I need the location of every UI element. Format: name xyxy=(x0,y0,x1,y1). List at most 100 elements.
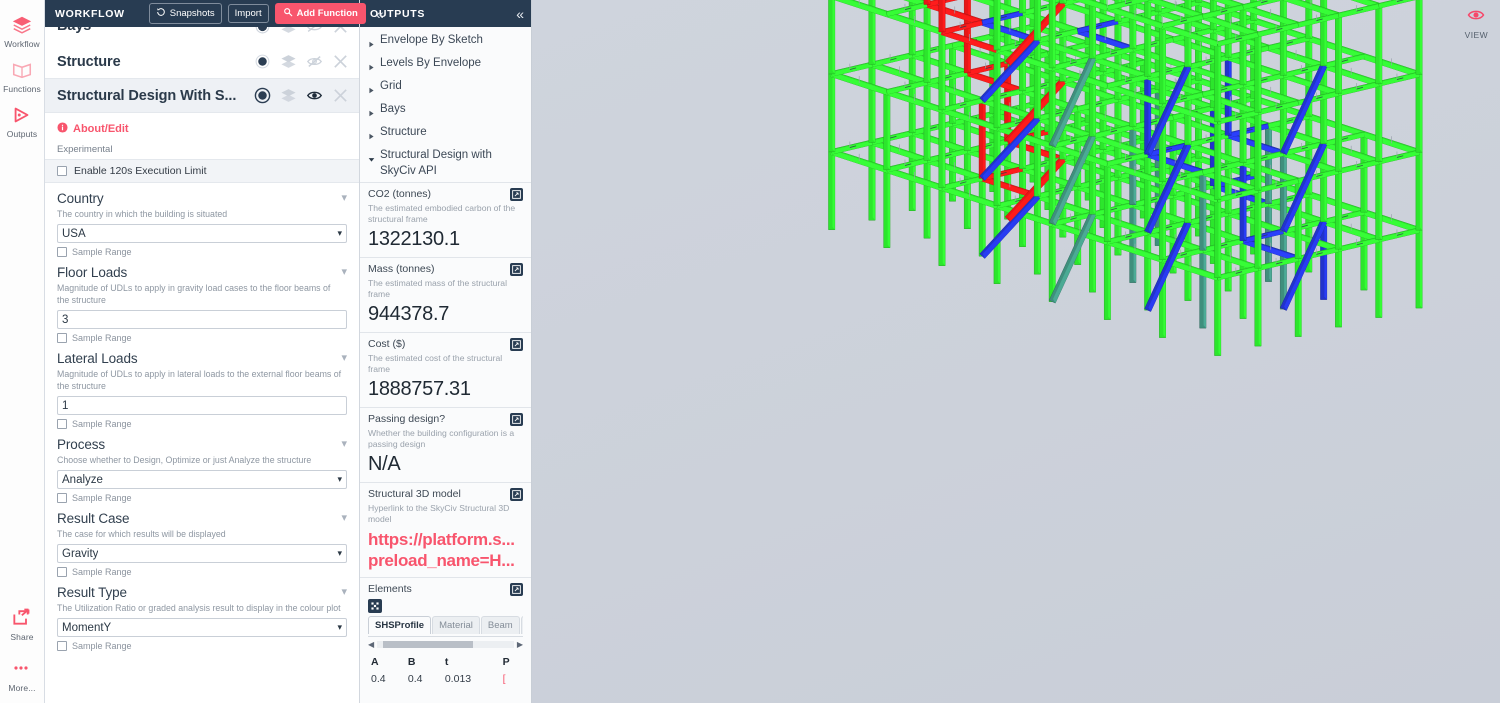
tree-item-envelope-by-sketch[interactable]: Envelope By Sketch xyxy=(366,31,531,54)
snapshots-button[interactable]: Snapshots xyxy=(148,3,222,24)
param-header[interactable]: Floor Loads ▾ xyxy=(57,265,347,280)
param-header[interactable]: Country ▾ xyxy=(57,191,347,206)
param-header[interactable]: Process ▾ xyxy=(57,437,347,452)
layers-icon[interactable] xyxy=(280,87,297,104)
sample-range-checkbox[interactable] xyxy=(57,333,67,343)
tab-shsprofile[interactable]: SHSProfile xyxy=(368,616,432,634)
sample-range-label: Sample Range xyxy=(72,333,132,343)
rail-item-functions[interactable]: Functions xyxy=(0,53,45,98)
chevron-down-icon[interactable]: ▾ xyxy=(341,351,347,365)
chevron-down-icon[interactable]: ▾ xyxy=(341,511,347,525)
lateral-loads-input[interactable]: 1 xyxy=(57,396,347,415)
chevron-down-icon[interactable]: ▾ xyxy=(341,437,347,451)
radio-select-icon[interactable] xyxy=(254,87,271,104)
close-icon[interactable] xyxy=(332,27,349,35)
sample-range-row[interactable]: Sample Range xyxy=(57,567,347,577)
close-icon[interactable] xyxy=(332,53,349,70)
sample-range-row[interactable]: Sample Range xyxy=(57,419,347,429)
layers-icon[interactable] xyxy=(280,27,297,35)
eye-visible-icon[interactable] xyxy=(306,87,323,104)
rail-item-outputs[interactable]: Outputs xyxy=(0,98,45,143)
country-select[interactable]: USA ▾ xyxy=(57,224,347,243)
grid-view-icon[interactable] xyxy=(368,599,382,613)
sample-range-checkbox[interactable] xyxy=(57,419,67,429)
add-function-button[interactable]: Add Function xyxy=(274,3,366,24)
collapse-workflow-icon[interactable]: « xyxy=(376,7,384,21)
sample-range-checkbox[interactable] xyxy=(57,641,67,651)
chevron-down-icon xyxy=(368,152,375,168)
eye-hidden-icon[interactable] xyxy=(306,27,323,35)
expand-icon[interactable] xyxy=(510,583,523,596)
rail-item-more[interactable]: More... xyxy=(0,652,45,703)
scroll-left-icon[interactable]: ◀ xyxy=(368,640,374,649)
tab-material[interactable]: Material xyxy=(432,616,480,634)
view-button[interactable]: VIEW xyxy=(1465,6,1488,40)
structural-frame-3d-model[interactable] xyxy=(532,0,1500,702)
sample-range-label: Sample Range xyxy=(72,247,132,257)
param-header[interactable]: Result Type ▾ xyxy=(57,585,347,600)
sample-range-row[interactable]: Sample Range xyxy=(57,333,347,343)
radio-select-icon[interactable] xyxy=(254,53,271,70)
import-button[interactable]: Import xyxy=(227,4,269,23)
model-viewport[interactable]: VIEW xyxy=(532,0,1500,703)
result-case-select[interactable]: Gravity ▾ xyxy=(57,544,347,563)
radio-select-icon[interactable] xyxy=(254,27,271,35)
rail-item-workflow[interactable]: Workflow xyxy=(0,8,45,53)
output-description: The estimated mass of the structural fra… xyxy=(368,278,507,299)
expand-icon[interactable] xyxy=(510,263,523,276)
elements-horizontal-scrollbar[interactable]: ◀ ▶ xyxy=(368,636,523,649)
about-edit-link[interactable]: About/Edit xyxy=(45,113,359,142)
expand-icon[interactable] xyxy=(510,413,523,426)
tree-item-grid[interactable]: Grid xyxy=(366,77,531,100)
add-function-label: Add Function xyxy=(296,8,358,19)
sample-range-row[interactable]: Sample Range xyxy=(57,641,347,651)
execution-limit-checkbox[interactable] xyxy=(57,166,67,176)
workflow-title: WORKFLOW xyxy=(55,7,125,20)
function-row-structural-design[interactable]: Structural Design With S... xyxy=(45,79,359,113)
param-description: Magnitude of UDLs to apply in lateral lo… xyxy=(57,369,342,391)
sample-range-row[interactable]: Sample Range xyxy=(57,247,347,257)
expand-icon[interactable] xyxy=(510,488,523,501)
scrollbar-thumb[interactable] xyxy=(383,641,474,648)
eye-hidden-icon[interactable] xyxy=(306,53,323,70)
scroll-right-icon[interactable]: ▶ xyxy=(517,640,523,649)
chevron-right-icon xyxy=(368,106,375,122)
tree-item-structural-design-skyciv[interactable]: Structural Design with SkyCiv API xyxy=(366,146,531,180)
function-row-structure[interactable]: Structure xyxy=(45,45,359,79)
process-select[interactable]: Analyze ▾ xyxy=(57,470,347,489)
expand-icon[interactable] xyxy=(510,188,523,201)
execution-limit-row[interactable]: Enable 120s Execution Limit xyxy=(45,159,359,183)
output-block-structural-3d-model: Structural 3D model Hyperlink to the Sky… xyxy=(360,482,531,577)
param-header[interactable]: Result Case ▾ xyxy=(57,511,347,526)
param-header[interactable]: Lateral Loads ▾ xyxy=(57,351,347,366)
close-icon[interactable] xyxy=(332,87,349,104)
tab-beam[interactable]: Beam xyxy=(480,616,520,634)
tree-item-bays[interactable]: Bays xyxy=(366,100,531,123)
tree-label: Envelope By Sketch xyxy=(380,34,483,46)
rail-item-share[interactable]: Share xyxy=(0,601,45,652)
search-icon xyxy=(283,7,293,20)
tree-item-structure[interactable]: Structure xyxy=(366,123,531,146)
sample-range-checkbox[interactable] xyxy=(57,567,67,577)
sample-range-checkbox[interactable] xyxy=(57,247,67,257)
tab-w[interactable]: W xyxy=(520,616,523,634)
result-type-select[interactable]: MomentY ▾ xyxy=(57,618,347,637)
sample-range-checkbox[interactable] xyxy=(57,493,67,503)
model-hyperlink[interactable]: https://platform.s... preload_name=H... xyxy=(368,529,523,571)
chevron-right-icon xyxy=(368,37,375,53)
layers-icon[interactable] xyxy=(280,53,297,70)
chevron-down-icon[interactable]: ▾ xyxy=(341,191,347,205)
lateral-loads-value: 1 xyxy=(62,399,69,412)
function-row-bays[interactable]: Bays xyxy=(45,27,359,45)
scrollbar-track[interactable] xyxy=(377,641,514,648)
expand-icon[interactable] xyxy=(510,338,523,351)
chevron-right-icon xyxy=(368,60,375,76)
collapse-outputs-icon[interactable]: « xyxy=(516,7,524,21)
output-block-co2: CO2 (tonnes) The estimated embodied carb… xyxy=(360,182,531,257)
chevron-down-icon[interactable]: ▾ xyxy=(341,265,347,279)
floor-loads-input[interactable]: 3 xyxy=(57,310,347,329)
sample-range-row[interactable]: Sample Range xyxy=(57,493,347,503)
floor-loads-value: 3 xyxy=(62,313,69,326)
tree-item-levels-by-envelope[interactable]: Levels By Envelope xyxy=(366,54,531,77)
chevron-down-icon[interactable]: ▾ xyxy=(341,585,347,599)
